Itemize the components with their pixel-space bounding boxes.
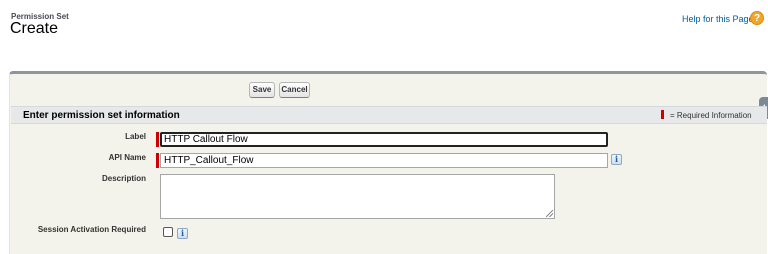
help-icon[interactable]: ? (750, 11, 764, 25)
required-marker-api-name (156, 153, 159, 168)
section-header: Enter permission set information = Requi… (11, 106, 767, 124)
description-field[interactable] (160, 174, 555, 219)
label-field[interactable] (160, 132, 608, 147)
session-activation-checkbox[interactable] (163, 227, 173, 237)
required-marker-legend (661, 110, 664, 119)
required-marker-label (156, 132, 159, 147)
api-name-field[interactable] (160, 153, 608, 168)
help-link[interactable]: Help for this Page (682, 14, 754, 24)
session-activation-caption: Session Activation Required (37, 225, 146, 234)
description-field-caption: Description (101, 174, 146, 183)
session-activation-info-icon[interactable]: i (177, 228, 188, 239)
resize-grip-icon[interactable] (546, 210, 553, 217)
api-name-info-icon[interactable]: i (611, 154, 622, 165)
save-button[interactable]: Save (249, 82, 275, 98)
page-title: Create (10, 20, 59, 37)
required-legend-text: = Required Information (670, 111, 752, 120)
label-field-caption: Label (125, 132, 146, 141)
section-title: Enter permission set information (23, 110, 180, 121)
cancel-button[interactable]: Cancel (279, 82, 310, 98)
api-name-field-caption: API Name (108, 153, 146, 162)
